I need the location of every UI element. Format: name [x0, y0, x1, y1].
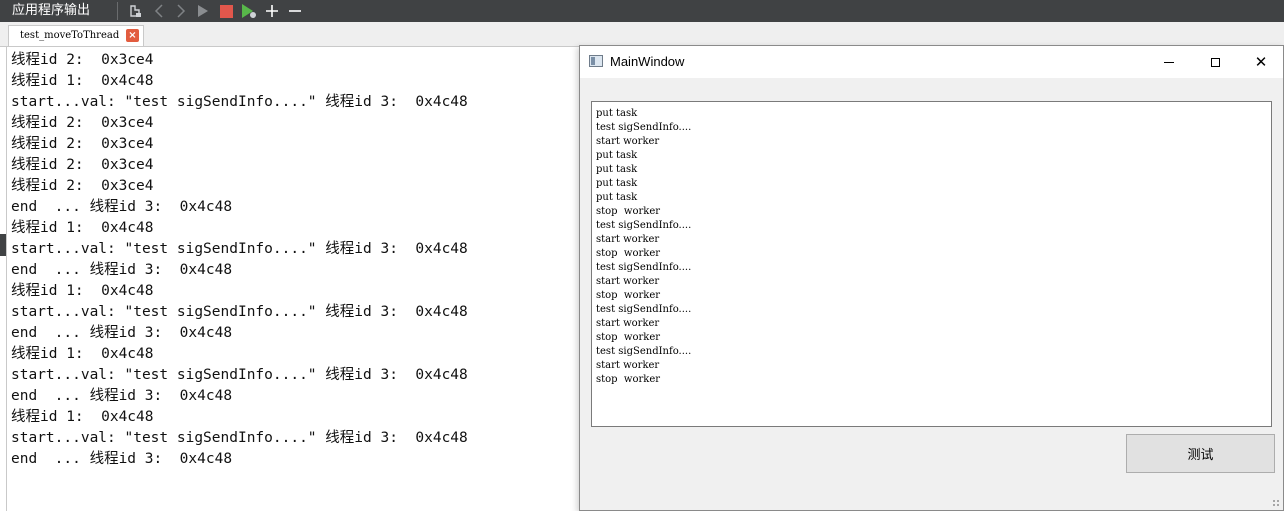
close-icon[interactable]: ×: [126, 29, 139, 42]
log-text: put task test sigSendInfo.... start worker…: [596, 107, 691, 387]
output-toolbar: 应用程序输出: [0, 0, 1284, 22]
tab-label: test_moveToThread: [20, 30, 120, 41]
log-line: start worker: [596, 234, 660, 245]
close-window-icon[interactable]: ✕: [1238, 46, 1284, 78]
pane-left-border: [6, 46, 7, 511]
output-line: 线程id 2: 0x3ce4: [11, 136, 154, 152]
window-title: MainWindow: [610, 54, 685, 69]
log-line: put task: [596, 164, 638, 175]
log-line: put task: [596, 108, 638, 119]
output-line: end ... 线程id 3: 0x4c48: [11, 262, 233, 278]
app-window-icon: [589, 55, 603, 67]
output-line: start...val: "test sigSendInfo...." 线程id…: [11, 304, 468, 320]
toolbar-separator: [117, 2, 118, 20]
output-line: 线程id 1: 0x4c48: [11, 73, 154, 89]
window-titlebar[interactable]: MainWindow ✕: [580, 46, 1283, 78]
output-line: 线程id 2: 0x3ce4: [11, 178, 154, 194]
log-line: start worker: [596, 360, 660, 371]
log-line: start worker: [596, 318, 660, 329]
attach-debugger-icon[interactable]: [126, 2, 144, 20]
log-line: start worker: [596, 136, 660, 147]
zoom-out-icon[interactable]: [286, 2, 304, 20]
output-line: start...val: "test sigSendInfo...." 线程id…: [11, 367, 468, 383]
output-line: start...val: "test sigSendInfo...." 线程id…: [11, 430, 468, 446]
output-line: start...val: "test sigSendInfo...." 线程id…: [11, 241, 468, 257]
stop-icon[interactable]: [217, 2, 235, 20]
log-line: test sigSendInfo....: [596, 262, 692, 273]
maximize-icon[interactable]: [1192, 46, 1238, 78]
scroll-marker[interactable]: [0, 234, 6, 256]
output-line: end ... 线程id 3: 0x4c48: [11, 199, 233, 215]
output-line: 线程id 1: 0x4c48: [11, 283, 154, 299]
output-line: 线程id 1: 0x4c48: [11, 409, 154, 425]
previous-icon[interactable]: [150, 2, 168, 20]
log-line: test sigSendInfo....: [596, 122, 692, 133]
log-line: stop worker: [596, 374, 661, 385]
output-line: end ... 线程id 3: 0x4c48: [11, 388, 233, 404]
main-window: MainWindow ✕ put task test sigSendInfo...…: [579, 45, 1284, 511]
log-line: start worker: [596, 276, 660, 287]
log-line: put task: [596, 192, 638, 203]
tab-test-movetothread[interactable]: test_moveToThread ×: [8, 25, 144, 46]
pane-title: 应用程序输出: [12, 3, 91, 18]
minimize-icon[interactable]: [1146, 46, 1192, 78]
zoom-in-icon[interactable]: [263, 2, 281, 20]
log-line: test sigSendInfo....: [596, 220, 692, 231]
output-line: end ... 线程id 3: 0x4c48: [11, 451, 233, 467]
resize-grip-icon[interactable]: [1272, 499, 1280, 507]
application-output-text[interactable]: 线程id 2: 0x3ce4 线程id 1: 0x4c48 start...val:…: [11, 50, 571, 470]
test-button[interactable]: 测试: [1126, 434, 1275, 473]
output-line: end ... 线程id 3: 0x4c48: [11, 325, 233, 341]
log-line: put task: [596, 178, 638, 189]
log-line: test sigSendInfo....: [596, 346, 692, 357]
log-line: stop worker: [596, 332, 661, 343]
log-line: stop worker: [596, 248, 661, 259]
debug-run-icon[interactable]: [240, 2, 258, 20]
log-line: stop worker: [596, 206, 661, 217]
log-text-area[interactable]: put task test sigSendInfo.... start worker…: [591, 101, 1272, 427]
log-line: stop worker: [596, 290, 661, 301]
log-line: test sigSendInfo....: [596, 304, 692, 315]
output-line: 线程id 2: 0x3ce4: [11, 115, 154, 131]
output-line: 线程id 2: 0x3ce4: [11, 157, 154, 173]
output-line: 线程id 1: 0x4c48: [11, 346, 154, 362]
log-line: put task: [596, 150, 638, 161]
output-line: 线程id 1: 0x4c48: [11, 220, 154, 236]
output-tab-bar: test_moveToThread ×: [0, 22, 1284, 47]
run-icon[interactable]: [194, 2, 212, 20]
next-icon[interactable]: [172, 2, 190, 20]
output-line: 线程id 2: 0x3ce4: [11, 52, 154, 68]
menu-bar: [580, 78, 1283, 86]
output-line: start...val: "test sigSendInfo...." 线程id…: [11, 94, 468, 110]
